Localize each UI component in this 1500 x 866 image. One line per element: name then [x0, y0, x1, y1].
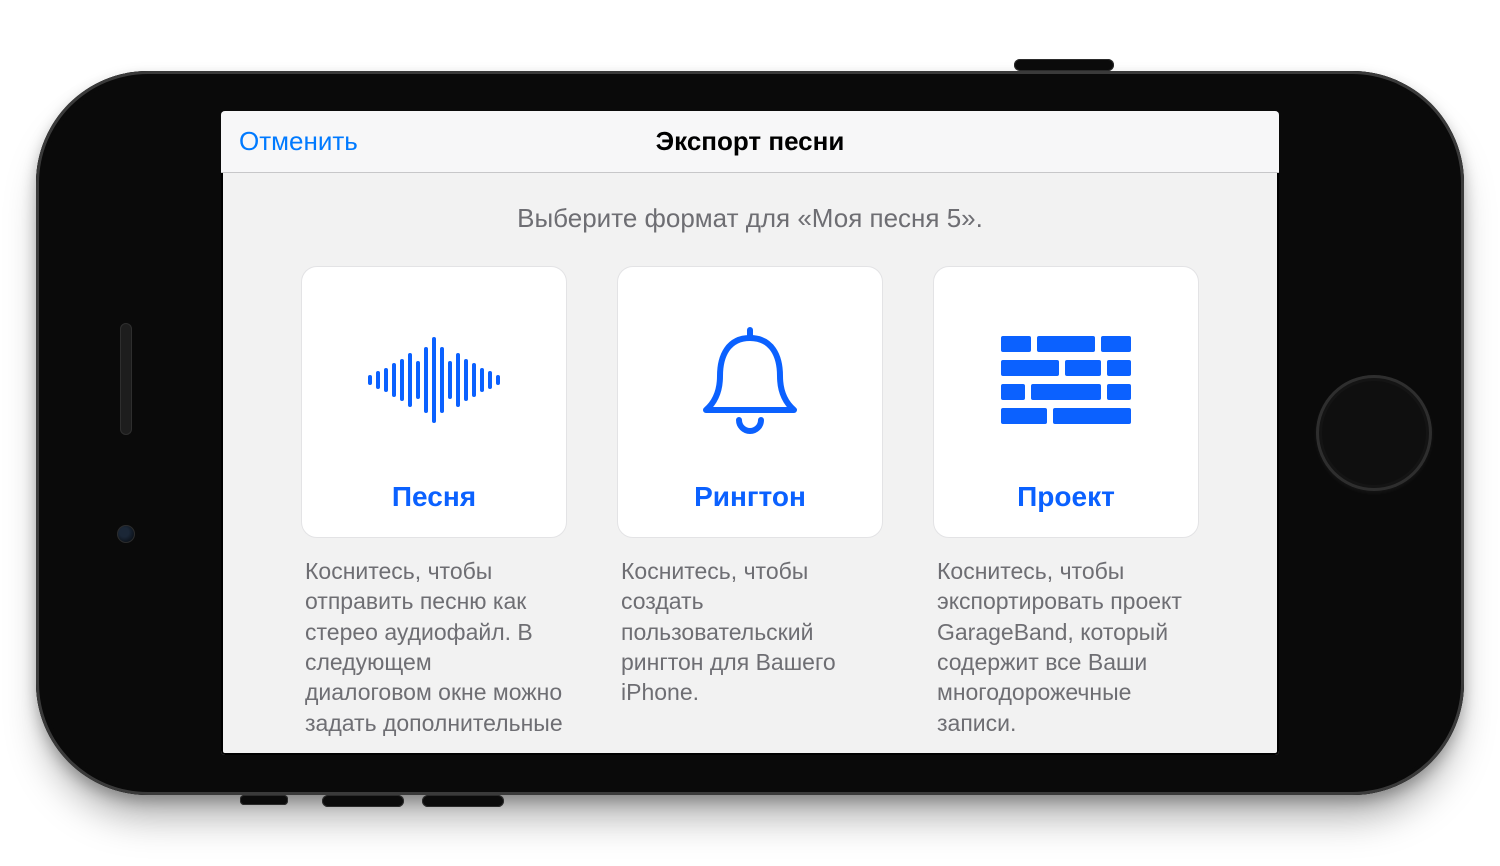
nav-title: Экспорт песни: [656, 126, 845, 157]
earpiece-speaker: [120, 323, 132, 435]
phone-screen: Отменить Экспорт песни Выберите формат д…: [221, 111, 1279, 755]
export-option-ringtone[interactable]: Рингтон: [617, 266, 883, 538]
export-option-song[interactable]: Песня: [301, 266, 567, 538]
export-option-label: Проект: [1017, 481, 1115, 513]
waveform-icon: [320, 285, 548, 475]
multitrack-icon: [952, 285, 1180, 475]
volume-down-button: [422, 795, 504, 807]
export-options: Песня Коснитесь, чтобы отправить песню к…: [301, 266, 1199, 738]
export-option-description: Коснитесь, чтобы экспортировать проект G…: [933, 556, 1199, 738]
export-option-description: Коснитесь, чтобы создать пользовательски…: [617, 556, 883, 708]
cancel-button[interactable]: Отменить: [239, 126, 358, 157]
front-camera: [117, 525, 135, 543]
format-prompt: Выберите формат для «Моя песня 5».: [301, 203, 1199, 234]
power-button: [1014, 59, 1114, 71]
bell-icon: [636, 285, 864, 475]
phone-bezel-right: [1294, 111, 1454, 755]
navigation-bar: Отменить Экспорт песни: [221, 111, 1279, 173]
volume-up-button: [322, 795, 404, 807]
phone-bezel-left: [46, 111, 206, 755]
export-option-description: Коснитесь, чтобы отправить песню как сте…: [301, 556, 567, 738]
export-option-label: Песня: [392, 481, 476, 513]
mute-switch: [240, 795, 288, 805]
export-option-label: Рингтон: [694, 481, 806, 513]
export-option-project[interactable]: Проект: [933, 266, 1199, 538]
content-area: Выберите формат для «Моя песня 5».: [221, 173, 1279, 755]
home-button[interactable]: [1316, 375, 1432, 491]
iphone-frame: Отменить Экспорт песни Выберите формат д…: [36, 71, 1464, 795]
